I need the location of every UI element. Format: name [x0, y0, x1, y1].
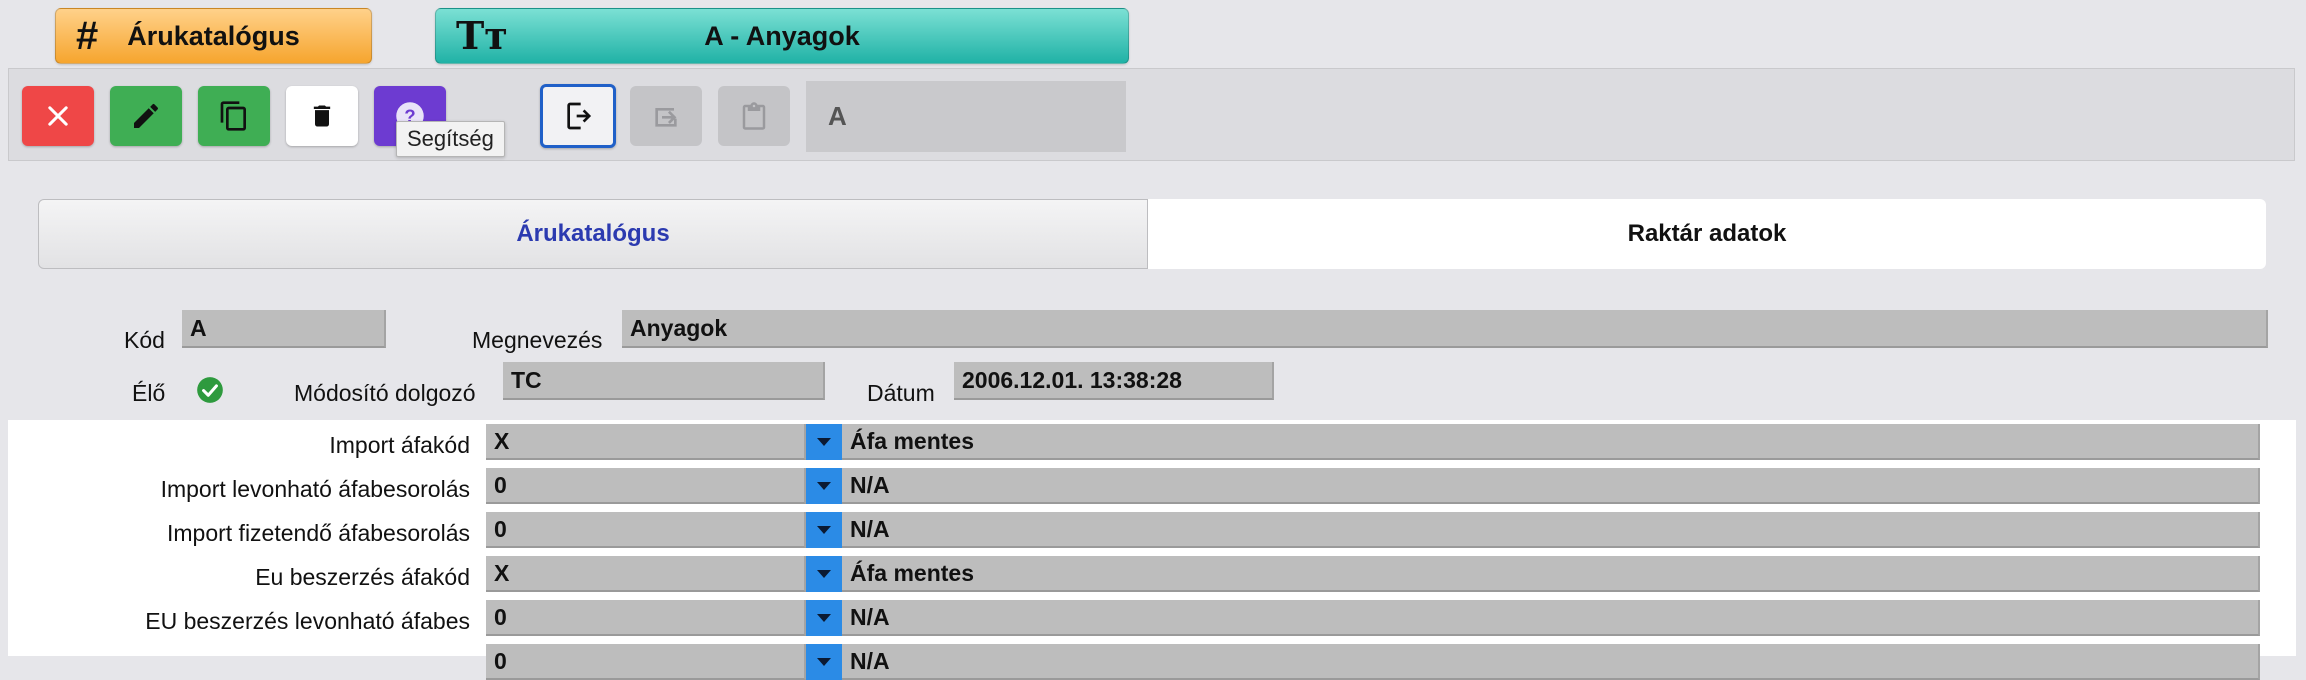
vat-code-select[interactable]: 0 — [486, 468, 806, 504]
clipboard-icon — [742, 102, 766, 130]
dropdown-arrow-icon[interactable] — [806, 600, 842, 636]
vat-code-select[interactable]: X — [486, 556, 806, 592]
vat-description-field: Áfa mentes — [842, 556, 2260, 592]
help-tooltip: Segítség — [396, 121, 505, 157]
catalog-title-tab[interactable]: # Árukatalógus — [55, 8, 372, 64]
close-button[interactable] — [22, 86, 94, 146]
import-icon — [655, 108, 677, 127]
edit-button[interactable] — [110, 86, 182, 146]
catalog-title-label: Árukatalógus — [127, 20, 300, 51]
vat-code-select[interactable]: 0 — [486, 512, 806, 548]
check-circle-icon — [196, 376, 224, 404]
tab-arukatalogus[interactable]: Árukatalógus — [38, 199, 1148, 269]
export-button[interactable] — [540, 84, 616, 148]
vat-description-field: Áfa mentes — [842, 424, 2260, 460]
dropdown-arrow-icon[interactable] — [806, 556, 842, 592]
dropdown-arrow-icon[interactable] — [806, 468, 842, 504]
filter-display[interactable]: A — [806, 81, 1126, 152]
kod-label: Kód — [124, 327, 165, 353]
import-button[interactable] — [630, 86, 702, 146]
vat-description-field: N/A — [842, 644, 2260, 680]
vat-code-select[interactable]: 0 — [486, 600, 806, 636]
copy-button[interactable] — [198, 86, 270, 146]
vat-row-label: Eu beszerzés áfakód — [255, 564, 470, 590]
record-title-label: A - Anyagok — [704, 20, 860, 51]
megnevezes-label: Megnevezés — [472, 327, 603, 353]
dropdown-arrow-icon[interactable] — [806, 424, 842, 460]
datum-label: Dátum — [867, 380, 935, 406]
delete-button[interactable] — [286, 86, 358, 146]
kod-field[interactable]: A — [182, 310, 386, 348]
datum-field[interactable]: 2006.12.01. 13:38:28 — [954, 362, 1274, 400]
vat-description-field: N/A — [842, 468, 2260, 504]
elo-label: Élő — [132, 380, 166, 406]
pencil-icon — [134, 103, 158, 128]
megnevezes-field[interactable]: Anyagok — [622, 310, 2268, 348]
vat-row-label: Import áfakód — [329, 432, 470, 458]
vat-description-field: N/A — [842, 512, 2260, 548]
vat-row-label: EU beszerzés levonható áfabes — [145, 608, 470, 634]
close-icon — [48, 106, 68, 126]
tab-raktar-adatok[interactable]: Raktár adatok — [1148, 199, 2266, 269]
trash-icon — [313, 105, 331, 127]
vat-row-label: Import fizetendő áfabesorolás — [166, 520, 470, 546]
dropdown-arrow-icon[interactable] — [806, 644, 842, 680]
vat-code-select[interactable]: X — [486, 424, 806, 460]
copy-icon — [220, 101, 246, 131]
text-size-icon: Tт — [456, 13, 508, 58]
dropdown-arrow-icon[interactable] — [806, 512, 842, 548]
hash-icon: # — [76, 14, 99, 58]
modosito-field[interactable]: TC — [503, 362, 825, 400]
clipboard-button[interactable] — [718, 86, 790, 146]
record-title-tab[interactable]: Tт A - Anyagok — [435, 8, 1129, 64]
modosito-label: Módosító dolgozó — [294, 380, 476, 406]
export-icon — [567, 102, 592, 130]
vat-code-select[interactable]: 0 — [486, 644, 806, 680]
vat-description-field: N/A — [842, 600, 2260, 636]
vat-row-label: Import levonható áfabesorolás — [160, 476, 470, 502]
